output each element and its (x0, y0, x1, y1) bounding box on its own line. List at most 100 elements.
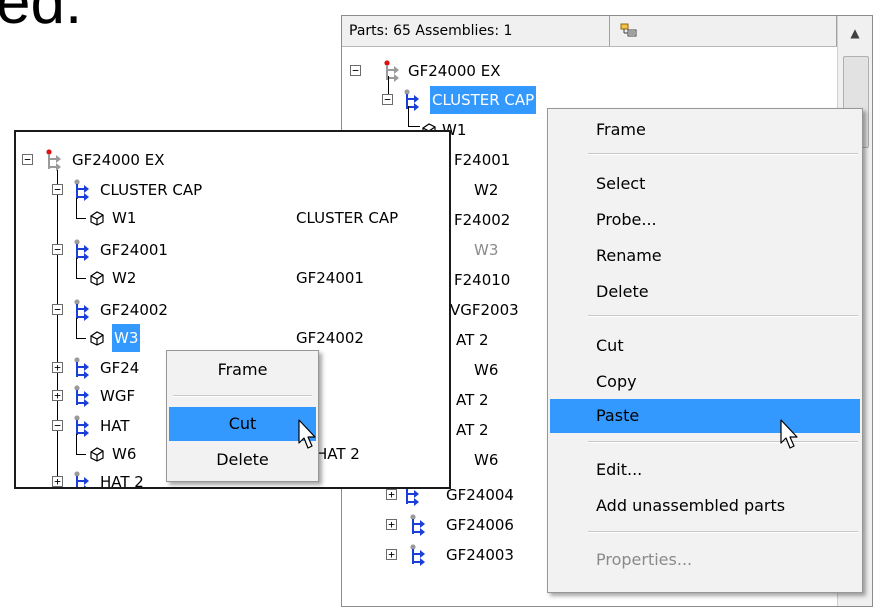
tree-node-label: AT 2 (456, 391, 489, 409)
tree-node[interactable]: GF24000 EX (72, 146, 165, 174)
tree-node-label: W6 (474, 451, 499, 469)
menu-separator (588, 441, 858, 443)
tree-node[interactable]: GF24002 (100, 296, 168, 324)
mouse-pointer-icon (298, 419, 316, 449)
assembly-icon (402, 89, 428, 111)
root-assembly-icon (44, 149, 70, 171)
tree-node[interactable]: AT 2 (456, 326, 489, 354)
menu-item-probe[interactable]: Probe... (550, 203, 860, 237)
tree-node[interactable]: F24002 (454, 206, 510, 234)
menu-separator (588, 153, 858, 155)
menu-item-edit[interactable]: Edit... (550, 453, 860, 487)
tree-node-description: CLUSTER CAP (296, 209, 399, 227)
tree-node[interactable]: GF24 (100, 354, 139, 382)
collapse-toggle-icon[interactable]: − (52, 244, 63, 255)
tree-node-label: W2 (474, 181, 499, 199)
tree-node-label: HAT (100, 417, 130, 435)
collapse-toggle-icon[interactable]: − (382, 94, 393, 105)
tree-connector-line (408, 126, 420, 127)
tree-node[interactable]: W2 (112, 264, 136, 292)
tree-node-label: GF24000 EX (72, 151, 165, 169)
tree-node[interactable]: GF24006 (446, 511, 514, 539)
tree-node[interactable]: AT 2 (456, 416, 489, 444)
menu-item-cut[interactable]: Cut (550, 329, 860, 363)
tree-node-label: F24002 (454, 211, 511, 229)
expand-toggle-icon[interactable]: + (52, 476, 63, 487)
menu-item-add-unassembled-parts[interactable]: Add unassembled parts (550, 489, 860, 523)
collapse-toggle-icon[interactable]: − (52, 184, 63, 195)
part-icon (88, 209, 106, 227)
tree-node[interactable]: GF24003 (446, 541, 514, 569)
collapse-toggle-icon[interactable]: − (52, 420, 63, 431)
menu-item-frame[interactable]: Frame (550, 113, 860, 147)
tree-node-label: W2 (112, 269, 137, 287)
expand-toggle-icon[interactable]: + (386, 519, 397, 530)
tree-node[interactable]: HAT 2 (100, 468, 144, 487)
menu-item-copy[interactable]: Copy (550, 365, 860, 399)
tree-node-label: W6 (474, 361, 499, 379)
tree-node-label: GF24000 EX (408, 62, 501, 80)
tree-connector-line (76, 318, 77, 338)
tree-node[interactable]: GF24000 EX (408, 57, 501, 85)
tree-node-label: W6 (112, 445, 137, 463)
tree-node[interactable]: F24001 (454, 146, 510, 174)
scroll-up-arrow-icon[interactable]: ▲ (838, 16, 872, 50)
tree-connector-line (76, 338, 86, 339)
tree-node[interactable]: W2 (474, 176, 498, 204)
tree-node[interactable]: HAT (100, 412, 130, 440)
tree-node[interactable]: W6 (474, 356, 498, 384)
expand-toggle-icon[interactable]: + (52, 362, 63, 373)
menu-item-cut[interactable]: Cut (169, 407, 316, 441)
tree-connector-line (76, 434, 77, 454)
tree-node[interactable]: W1 (112, 204, 136, 232)
expand-toggle-icon[interactable]: + (386, 549, 397, 560)
background-heading-fragment: ed. (0, 0, 83, 37)
expand-toggle-icon[interactable]: + (386, 489, 397, 500)
assembly-icon (408, 514, 434, 536)
tree-node[interactable]: F24010 (454, 266, 510, 294)
tree-node[interactable]: W6 (112, 440, 136, 468)
expand-toggle-icon[interactable]: + (52, 390, 63, 401)
tree-node[interactable]: CLUSTER CAP (430, 86, 537, 114)
tree-node[interactable]: W3 (474, 236, 498, 264)
tree-node-label: CLUSTER CAP (100, 181, 203, 199)
tree-options-button[interactable] (610, 16, 837, 46)
tree-status-bar: Parts: 65 Assemblies: 1 (342, 16, 837, 47)
tree-node-label: AT 2 (456, 331, 489, 349)
tree-node-label: W1 (112, 209, 137, 227)
menu-item-frame[interactable]: Frame (169, 353, 316, 387)
tree-node-label: GF24004 (446, 486, 514, 504)
context-menu-right: Frame Select Probe... Rename Delete Cut … (547, 108, 863, 593)
tree-node[interactable]: VGF2003 (450, 296, 519, 324)
menu-item-delete[interactable]: Delete (550, 275, 860, 309)
tree-node[interactable]: CLUSTER CAP (100, 176, 202, 204)
tree-node-description: GF24001 (296, 269, 364, 287)
tree-node-label: GF24006 (446, 516, 514, 534)
tree-node[interactable]: W3 (112, 324, 141, 352)
tree-connector-line (76, 454, 86, 455)
assembly-icon (72, 385, 98, 407)
menu-item-select[interactable]: Select (550, 167, 860, 201)
menu-item-paste[interactable]: Paste (550, 399, 860, 433)
menu-item-rename[interactable]: Rename (550, 239, 860, 273)
tree-node-label: GF24001 (100, 241, 168, 259)
part-icon (88, 329, 106, 347)
tree-node-label: WGF (100, 387, 136, 405)
context-menu-left: Frame Cut Delete (166, 350, 319, 482)
tree-connector-line (76, 258, 77, 278)
collapse-toggle-icon[interactable]: − (22, 154, 33, 165)
tree-node[interactable]: W6 (474, 446, 498, 474)
tree-node-label: AT 2 (456, 421, 489, 439)
tree-node-description: HAT 2 (316, 445, 360, 463)
assembly-icon (408, 544, 434, 566)
tree-node[interactable]: GF24001 (100, 236, 168, 264)
tree-node[interactable]: AT 2 (456, 386, 489, 414)
mouse-pointer-icon (780, 419, 798, 449)
tree-node-label: W3 (474, 241, 499, 259)
collapse-toggle-icon[interactable]: − (52, 304, 63, 315)
menu-item-delete[interactable]: Delete (169, 443, 316, 477)
collapse-toggle-icon[interactable]: − (350, 65, 361, 76)
tree-node[interactable]: GF24004 (446, 481, 514, 509)
tree-node[interactable]: WGF (100, 382, 135, 410)
tree-connector-line (76, 218, 86, 219)
